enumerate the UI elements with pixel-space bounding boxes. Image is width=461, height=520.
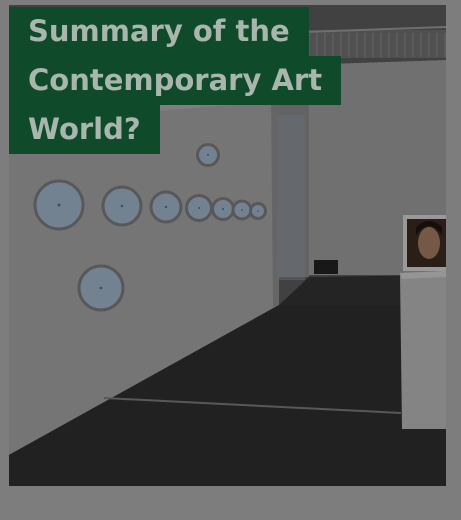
title-line-3[interactable]: World?	[9, 105, 160, 154]
title-line-2[interactable]: Contemporary Art	[9, 56, 342, 105]
title-line-1[interactable]: Summary of the	[9, 7, 309, 56]
article-card[interactable]: Summary of the Contemporary Art World?	[0, 0, 461, 520]
card-title[interactable]: Summary of the Contemporary Art World?	[9, 7, 349, 154]
